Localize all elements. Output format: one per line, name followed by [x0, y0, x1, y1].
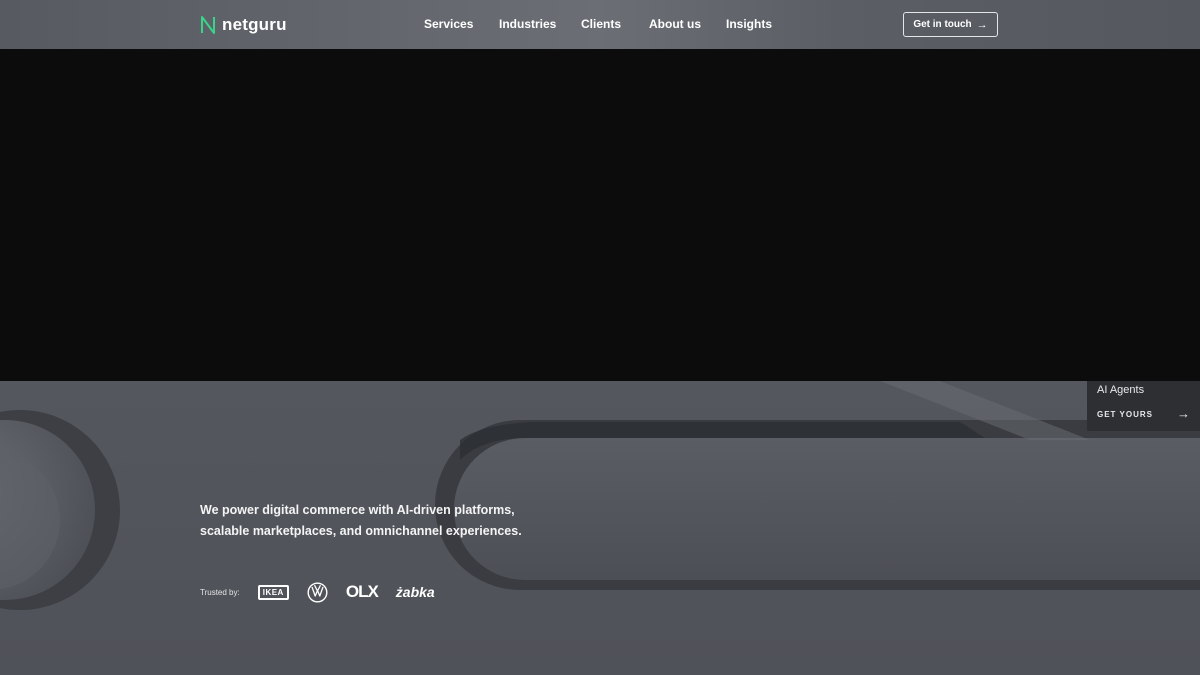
brand-ikea: IKEA	[257, 584, 289, 600]
page: netguru Services Industries Clients Abou…	[0, 0, 1200, 675]
get-in-touch-button[interactable]: Get in touch →	[903, 12, 998, 37]
ai-agents-widget[interactable]: AI Agents GET YOURS →	[1087, 381, 1200, 431]
get-in-touch-label: Get in touch	[913, 19, 972, 30]
ikea-logo: IKEA	[257, 584, 289, 600]
trusted-label: Trusted by:	[200, 587, 240, 597]
main-nav: Services Industries Clients About us Ins…	[0, 0, 1200, 49]
nav-insights[interactable]: Insights	[726, 17, 772, 31]
nav-services[interactable]: Services	[424, 17, 473, 31]
nav-about-us[interactable]: About us	[649, 17, 701, 31]
nav-industries[interactable]: Industries	[499, 17, 556, 31]
hero-video[interactable]	[0, 49, 1200, 381]
arrow-right-icon: →	[1177, 406, 1190, 421]
olx-logo: OLX	[345, 582, 379, 601]
trusted-by: Trusted by: IKEA OLX żabka	[200, 578, 453, 606]
nav-clients[interactable]: Clients	[581, 17, 621, 31]
hero-line-1: We power digital commerce with AI-driven…	[200, 503, 515, 517]
hero-description: We power digital commerce with AI-driven…	[200, 500, 540, 542]
widget-title: AI Agents	[1097, 384, 1145, 396]
brand-vw	[307, 581, 328, 603]
arrow-right-icon: →	[976, 18, 988, 31]
zabka-logo: żabka	[395, 584, 435, 600]
site-header: netguru Services Industries Clients Abou…	[0, 0, 1200, 49]
hero-line-2: scalable marketplaces, and omnichannel e…	[200, 524, 522, 538]
vw-logo-icon	[307, 581, 328, 603]
widget-get-yours-link[interactable]: GET YOURS	[1097, 410, 1153, 419]
